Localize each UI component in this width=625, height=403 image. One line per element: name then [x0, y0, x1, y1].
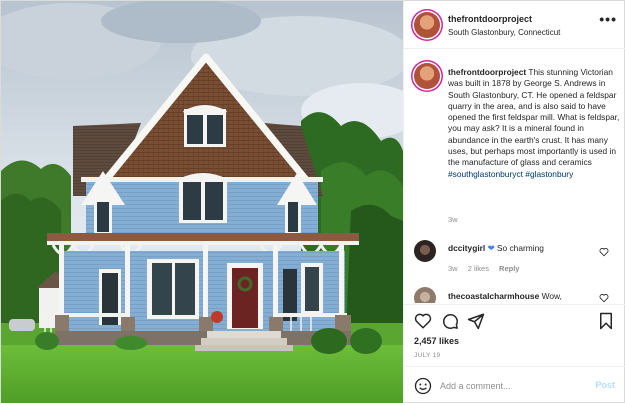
- comment-icon[interactable]: [441, 312, 459, 330]
- caption: thefrontdoorproject This stunning Victor…: [404, 59, 625, 229]
- more-options-icon[interactable]: •••: [599, 12, 617, 26]
- add-comment-input[interactable]: [440, 377, 580, 395]
- hashtag-link[interactable]: #glastonbury: [525, 169, 573, 179]
- post-comment-button[interactable]: Post: [595, 380, 615, 390]
- comment-body: Wow,: [541, 291, 562, 301]
- blue-heart-emoji-icon: ❤: [487, 243, 495, 253]
- caption-username[interactable]: thefrontdoorproject: [448, 67, 526, 77]
- comment-avatar[interactable]: [414, 287, 436, 303]
- share-icon[interactable]: [467, 312, 485, 330]
- like-count[interactable]: 2,457 likes: [414, 336, 459, 346]
- comment-like-heart-icon[interactable]: [599, 247, 609, 257]
- comment-username[interactable]: thecoastalcharmhouse: [448, 291, 539, 301]
- comment-likes[interactable]: 2 likes: [468, 264, 489, 273]
- comment-body: So charming: [496, 243, 544, 253]
- avatar[interactable]: [414, 12, 440, 38]
- post-side-panel: thefrontdoorproject South Glastonbury, C…: [403, 1, 625, 403]
- instagram-post: thefrontdoorproject South Glastonbury, C…: [0, 0, 625, 403]
- comment-reply-button[interactable]: Reply: [499, 264, 519, 273]
- comment-text-line: dccitygirl ❤ So charming: [448, 243, 544, 253]
- comment-avatar[interactable]: [414, 240, 436, 262]
- hashtag-link[interactable]: #southglastonburyct: [448, 169, 523, 179]
- caption-avatar[interactable]: [414, 63, 440, 89]
- comment-time: 3w: [448, 264, 458, 273]
- comment-item: thecoastalcharmhouse Wow,: [404, 283, 625, 303]
- caption-body: This stunning Victorian was built in 187…: [448, 67, 620, 168]
- victorian-house-illustration: [1, 1, 403, 403]
- comment-meta: 3w 2 likes Reply: [448, 264, 527, 273]
- comment-username[interactable]: dccitygirl: [448, 243, 485, 253]
- comment-text-line: thecoastalcharmhouse Wow,: [448, 291, 562, 301]
- comment-like-heart-icon[interactable]: [599, 293, 609, 303]
- caption-text-block: thefrontdoorproject This stunning Victor…: [448, 67, 620, 180]
- header-username[interactable]: thefrontdoorproject: [448, 14, 532, 24]
- add-comment-bar: Post: [404, 366, 625, 403]
- post-date: JULY 19: [414, 352, 441, 359]
- heart-icon[interactable]: [414, 312, 432, 330]
- caption-timestamp: 3w: [448, 215, 458, 224]
- post-header: thefrontdoorproject South Glastonbury, C…: [404, 1, 625, 49]
- save-icon[interactable]: [597, 312, 615, 330]
- post-photo[interactable]: [1, 1, 403, 403]
- emoji-icon[interactable]: [414, 377, 432, 395]
- header-location[interactable]: South Glastonbury, Connecticut: [448, 28, 560, 37]
- comment-item: dccitygirl ❤ So charming 3w 2 likes Repl…: [404, 239, 625, 275]
